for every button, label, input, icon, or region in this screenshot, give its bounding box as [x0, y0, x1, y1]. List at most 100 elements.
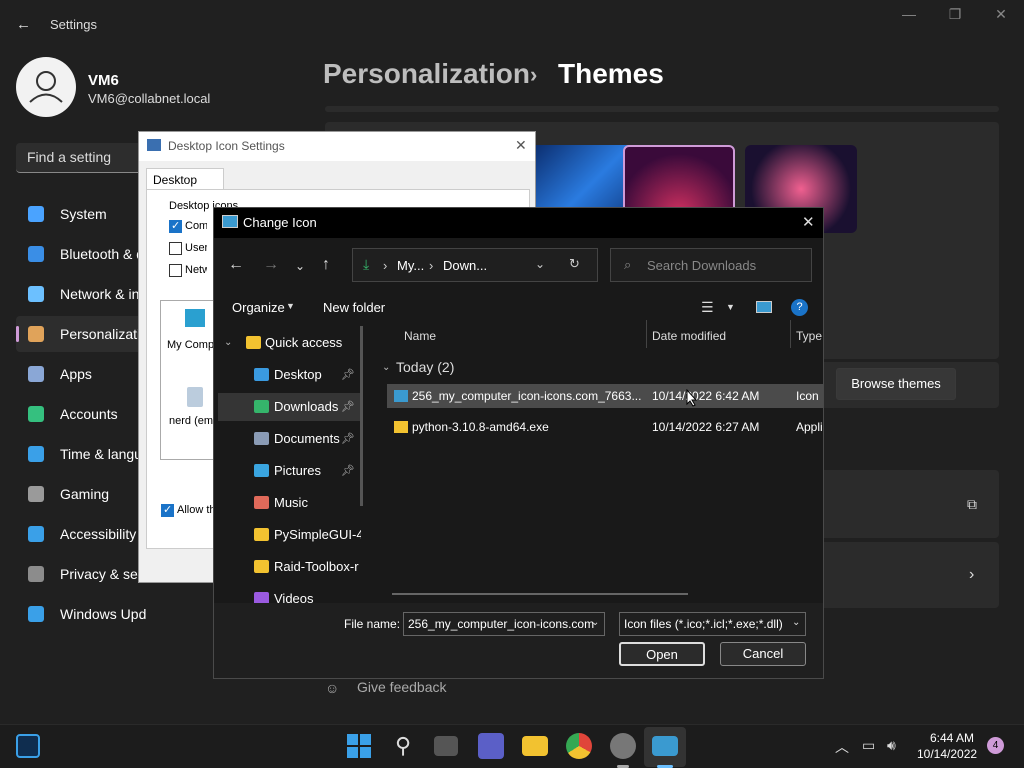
chevron-right-icon: › [969, 566, 975, 583]
nav-icon [28, 606, 44, 622]
sidebar-item[interactable]: Accessibility [16, 516, 146, 552]
allow-themes-checkbox[interactable] [161, 503, 174, 517]
new-folder-button[interactable]: New folder [323, 300, 385, 315]
forward-arrow-icon[interactable]: → [263, 256, 279, 274]
nav-tree-item[interactable]: Pictures 📌︎ [218, 457, 361, 485]
nav-scrollbar[interactable] [360, 326, 363, 506]
sidebar-item-label: Apps [60, 366, 92, 382]
chat-icon[interactable] [478, 733, 504, 759]
sidebar-item[interactable]: System [16, 196, 146, 232]
chevron-down-icon[interactable]: ⌄ [591, 617, 599, 628]
address-bar[interactable]: ⤓ › My... › Down... ⌄ ↻ [352, 248, 598, 282]
sidebar-item[interactable]: Time & language [16, 436, 146, 472]
search-icon[interactable]: ⚲ [390, 733, 416, 759]
minimize-icon[interactable]: — [894, 6, 924, 26]
sidebar-item-label: System [60, 206, 107, 222]
desktop-icon-checkbox[interactable] [169, 264, 182, 277]
clock-time[interactable]: 6:44 AM [930, 731, 974, 745]
tab-desktop-icons[interactable]: Desktop Icons [146, 168, 224, 201]
nav-tree-item[interactable]: Downloads 📌︎ [218, 393, 361, 421]
breadcrumb-parent[interactable]: Personalization [323, 58, 530, 90]
search-input[interactable]: Search Downloads [610, 248, 812, 282]
nav-tree-item[interactable]: PySimpleGUI-4 [218, 521, 361, 549]
close-icon[interactable]: ✕ [802, 213, 815, 231]
desktop-icon-settings-taskbar-icon[interactable] [652, 736, 678, 756]
start-icon[interactable] [346, 733, 372, 759]
network-icon[interactable]: ▭ [862, 737, 875, 754]
organize-button[interactable]: Organize [232, 300, 285, 315]
horizontal-scrollbar[interactable] [392, 593, 688, 595]
maximize-icon[interactable]: ❐ [940, 6, 970, 26]
column-date-modified[interactable]: Date modified [652, 329, 726, 343]
recycle-bin-icon[interactable] [187, 387, 203, 407]
sidebar-item[interactable]: Apps [16, 356, 146, 392]
close-icon[interactable]: ✕ [986, 6, 1016, 26]
monitor-icon [222, 215, 238, 228]
sidebar-item[interactable]: Accounts [16, 396, 146, 432]
find-setting-input[interactable]: Find a setting [16, 143, 146, 173]
search-icon: ⌕ [624, 257, 632, 272]
preview-pane-icon[interactable] [756, 301, 772, 313]
column-divider[interactable] [646, 320, 647, 348]
folder-icon [254, 592, 269, 603]
nav-tree-item[interactable]: Videos [218, 585, 361, 603]
file-name-input[interactable]: 256_my_computer_icon-icons.com [403, 612, 605, 636]
nav-tree-label: Music [274, 495, 308, 510]
navigation-pane: ⌄ Quick access Desktop 📌︎ Downloads 📌︎ Documen… [214, 325, 364, 603]
chevron-down-icon[interactable]: ⌄ [382, 362, 390, 373]
widgets-icon[interactable] [16, 734, 40, 758]
folder-icon [246, 336, 261, 349]
back-arrow-icon[interactable]: ← [228, 256, 244, 274]
nav-tree-item[interactable]: Music [218, 489, 361, 517]
help-icon[interactable]: ? [791, 299, 808, 316]
open-button[interactable]: Open [619, 642, 705, 666]
recent-locations-icon[interactable]: ⌄ [295, 259, 305, 273]
chevron-down-icon[interactable]: ⌄ [535, 257, 545, 271]
sidebar-item[interactable]: Windows Update [16, 596, 146, 632]
browse-themes-button[interactable]: Browse themes [836, 368, 956, 400]
chevron-down-icon[interactable]: ⌄ [792, 617, 800, 628]
chevron-down-icon[interactable]: ▼ [726, 302, 735, 312]
nav-tree-item[interactable]: Raid-Toolbox-r [218, 553, 361, 581]
sidebar-item-label: Accessibility [60, 526, 137, 542]
sidebar-item[interactable]: Privacy & security [16, 556, 146, 592]
nav-tree-item[interactable]: ⌄ Quick access [218, 329, 361, 357]
close-icon[interactable]: ✕ [515, 137, 527, 154]
sidebar-item-label: Time & language [60, 446, 146, 462]
sidebar-item[interactable]: Gaming [16, 476, 146, 512]
column-type[interactable]: Type [796, 329, 822, 343]
file-row[interactable]: python-3.10.8-amd64.exe 10/14/2022 6:27 A… [387, 415, 823, 439]
file-row[interactable]: 256_my_computer_icon-icons.com_7663... 10… [387, 384, 823, 408]
nav-tree-item[interactable]: Desktop 📌︎ [218, 361, 361, 389]
back-arrow-icon[interactable]: ← [16, 16, 31, 33]
nav-tree-label: Raid-Toolbox-r [274, 559, 359, 574]
breadcrumb-this-pc[interactable]: My... [397, 258, 424, 273]
breadcrumb-downloads[interactable]: Down... [443, 258, 487, 273]
cancel-button[interactable]: Cancel [720, 642, 806, 666]
task-view-icon[interactable] [434, 736, 458, 756]
sidebar-item[interactable]: Network & internet [16, 276, 146, 312]
group-header[interactable]: Today (2) [396, 359, 454, 375]
column-divider[interactable] [790, 320, 791, 348]
desktop-icon-checkbox[interactable] [169, 219, 182, 233]
computer-icon[interactable] [185, 309, 205, 327]
chrome-icon[interactable] [566, 733, 592, 759]
chevron-down-icon[interactable]: ⌄ [224, 329, 232, 357]
refresh-icon[interactable]: ↻ [569, 256, 580, 272]
give-feedback-link[interactable]: Give feedback [357, 679, 447, 695]
up-arrow-icon[interactable]: ↑ [322, 256, 330, 274]
notification-badge[interactable]: 4 [987, 737, 1004, 754]
volume-icon[interactable]: 🔊︎ [887, 737, 896, 754]
sidebar-item[interactable]: Personalization [16, 316, 146, 352]
clock-date[interactable]: 10/14/2022 [917, 747, 977, 761]
chevron-up-icon[interactable]: ︿ [835, 737, 849, 757]
desktop-icon-checkbox[interactable] [169, 242, 182, 255]
settings-icon[interactable] [610, 733, 636, 759]
file-explorer-icon[interactable] [522, 736, 548, 756]
monitor-icon [147, 139, 161, 151]
sidebar-item[interactable]: Bluetooth & devices [16, 236, 146, 272]
view-options-icon[interactable]: ☰ [701, 299, 714, 316]
file-type-select[interactable]: Icon files (*.ico;*.icl;*.exe;*.dll) [619, 612, 806, 636]
column-name[interactable]: Name [404, 329, 436, 343]
nav-tree-item[interactable]: Documents 📌︎ [218, 425, 361, 453]
